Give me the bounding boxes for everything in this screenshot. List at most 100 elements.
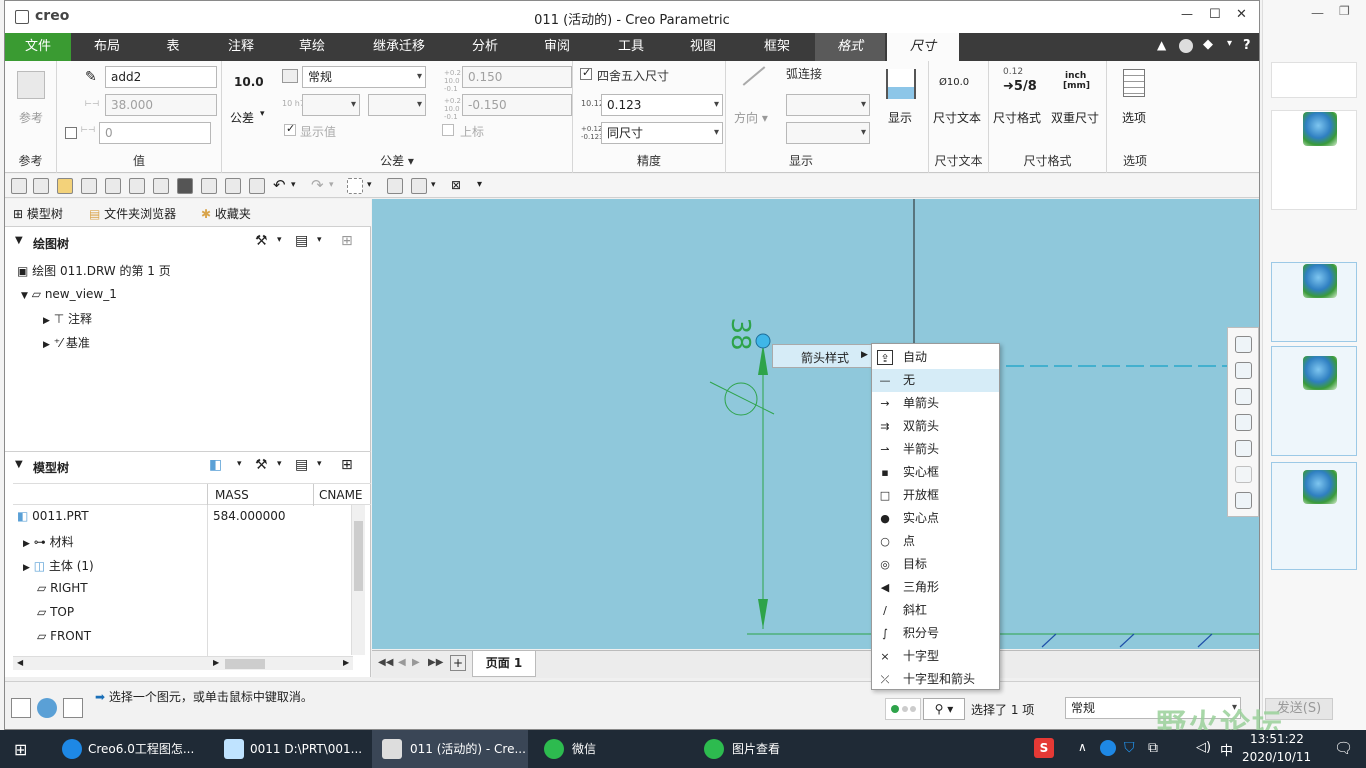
menu-item-arrow-10[interactable]: ◀ 三角形 [872, 576, 999, 599]
chevron-down-icon[interactable]: ▾ [260, 109, 265, 119]
tab-annotate[interactable]: 注释 [209, 33, 273, 61]
add-page-icon[interactable]: + [450, 655, 466, 671]
menu-item-arrow-1[interactable]: — 无 [872, 369, 999, 392]
avatar[interactable] [1303, 264, 1337, 298]
chevron-down-icon[interactable]: ▾ [277, 459, 282, 469]
avatar[interactable] [1303, 470, 1337, 504]
next-page-icon[interactable]: ▶ [412, 657, 420, 668]
hole-class-select[interactable] [302, 94, 360, 116]
status-lights[interactable] [885, 698, 921, 720]
browser-toggle-icon[interactable] [37, 698, 57, 718]
dual-dim-button[interactable]: 双重尺寸 [1051, 109, 1099, 126]
chevron-down-icon[interactable]: ▾ [237, 459, 242, 469]
select-box-icon[interactable] [347, 178, 363, 194]
tab-review[interactable]: 审阅 [527, 33, 587, 61]
dimension-name-field[interactable]: add2 [105, 66, 217, 88]
menu-item-arrow-9[interactable]: ◎ 目标 [872, 553, 999, 576]
menu-item-arrow-2[interactable]: → 单箭头 [872, 392, 999, 415]
menu-item-arrow-12[interactable]: ∫ 积分号 [872, 622, 999, 645]
volume-icon[interactable]: ◁) [1196, 740, 1211, 755]
regenerate-icon[interactable] [225, 178, 241, 194]
menu-item-arrow-0[interactable]: ⇪ 自动 [872, 346, 999, 369]
tab-model-tree[interactable]: ⊞ 模型树 [13, 205, 379, 222]
menu-item-arrow-3[interactable]: ⇉ 双箭头 [872, 415, 999, 438]
windows-icon[interactable] [411, 178, 427, 194]
maximize-icon[interactable]: ❐ [1339, 4, 1350, 18]
options-button[interactable]: 选项 [1122, 109, 1146, 126]
nominal-value-field[interactable]: 38.000 [105, 94, 217, 116]
fullscreen-icon[interactable] [63, 698, 83, 718]
superscript-checkbox[interactable] [442, 124, 454, 136]
arc-join-select-2[interactable] [786, 122, 870, 144]
dim-text-button[interactable]: 尺寸文本 [933, 109, 981, 126]
repaint-icon[interactable] [387, 178, 403, 194]
prev-page-icon[interactable]: ◀ [398, 657, 406, 668]
arc-join-select[interactable] [786, 94, 870, 116]
dim-format-button[interactable]: 尺寸格式 [993, 109, 1041, 126]
table-row[interactable]: ▶ ◫ 主体 (1) [23, 557, 94, 574]
tree-item-drawing-sheet[interactable]: ▣ 绘图 011.DRW 的第 1 页 [17, 262, 171, 279]
zoom-out-icon[interactable] [1235, 388, 1252, 405]
tray-expand-icon[interactable]: ∧ [1078, 740, 1087, 754]
tab-frame[interactable]: 框架 [747, 33, 807, 61]
reference-button[interactable]: 参考 [5, 109, 57, 126]
print-icon[interactable] [81, 178, 97, 194]
copy-icon[interactable] [105, 178, 121, 194]
last-page-icon[interactable]: ▶▶ [428, 657, 443, 668]
network-icon[interactable]: ⧉ [1148, 740, 1158, 756]
taskbar-item[interactable]: 0011 D:\PRT\001... [220, 730, 368, 768]
find-icon[interactable]: ⚲ ▾ [923, 698, 965, 720]
dropdown-icon[interactable]: ▾ [1227, 38, 1232, 49]
table-row[interactable]: ▱ FRONT [37, 629, 91, 643]
chevron-down-icon[interactable]: ▾ [317, 235, 322, 245]
taskbar-item[interactable]: 微信 [540, 730, 680, 768]
filter-icon[interactable]: ⊞ [341, 233, 353, 249]
show-value-checkbox[interactable] [284, 122, 296, 136]
tab-view[interactable]: 视图 [673, 33, 733, 61]
datum-display-icon[interactable] [1235, 492, 1252, 509]
tolerance-button[interactable]: 公差 [230, 109, 254, 126]
scroll-right-icon[interactable]: ▶ [213, 658, 219, 667]
shield-icon[interactable]: ⛉ [1124, 740, 1135, 756]
direction-button[interactable]: 方向 ▾ [734, 109, 768, 126]
dimension-value-text[interactable]: 38 [725, 312, 755, 356]
navigator-toggle-icon[interactable] [11, 698, 31, 718]
menu-item-arrow-4[interactable]: ⇀ 半箭头 [872, 438, 999, 461]
tab-dimension[interactable]: 尺寸 [887, 33, 959, 61]
tab-sketch[interactable]: 草绘 [279, 33, 345, 61]
taskbar-item-active[interactable]: 011 (活动的) - Cre... [372, 730, 528, 768]
erase-icon[interactable] [249, 178, 265, 194]
tab-favorites[interactable]: ✱ 收藏夹 [201, 205, 251, 222]
tab-legacy-migration[interactable]: 继承迁移 [351, 33, 447, 61]
tab-page-1[interactable]: 页面 1 [472, 651, 536, 677]
repaint-icon[interactable] [1235, 414, 1252, 431]
shaft-class-select[interactable] [368, 94, 426, 116]
tab-folder-browser[interactable]: ▤ 文件夹浏览器 [89, 205, 176, 222]
minimize-button[interactable]: — [1181, 7, 1193, 21]
tree-item-annotations[interactable]: ▶ ⊤ 注释 [43, 310, 92, 327]
menu-item-arrow-style[interactable]: 箭头样式 ▶ [773, 345, 871, 367]
paste-icon[interactable] [129, 178, 145, 194]
new-drawing-icon[interactable] [33, 178, 49, 194]
chevron-down-icon[interactable]: ▾ [291, 180, 296, 190]
refit-icon[interactable] [1235, 336, 1252, 353]
maximize-button[interactable]: ☐ [1209, 7, 1221, 22]
settings-icon[interactable]: ⚒ [255, 457, 268, 473]
menu-item-arrow-13[interactable]: × 十字型 [872, 645, 999, 668]
scroll-right-icon[interactable]: ▶ [343, 658, 349, 667]
tab-table[interactable]: 表 [143, 33, 203, 61]
filter-icon[interactable]: ⊞ [341, 457, 353, 473]
tray-browser-icon[interactable] [1100, 740, 1116, 756]
zoom-in-icon[interactable] [1235, 362, 1252, 379]
redo-icon[interactable]: ↷ [311, 176, 324, 194]
settings-icon[interactable]: ⚒ [255, 233, 268, 249]
show-icon[interactable]: ▤ [295, 233, 308, 249]
learning-icon[interactable]: ◆ [1203, 37, 1213, 52]
close-button[interactable]: ✕ [1236, 7, 1247, 22]
save-as-icon[interactable] [201, 178, 217, 194]
tab-format[interactable]: 格式 [815, 33, 885, 61]
override-value-field[interactable]: 0 [99, 122, 211, 144]
chevron-down-icon[interactable]: ▾ [317, 459, 322, 469]
new-icon[interactable] [11, 178, 27, 194]
ime-icon[interactable]: 中 [1220, 740, 1233, 759]
